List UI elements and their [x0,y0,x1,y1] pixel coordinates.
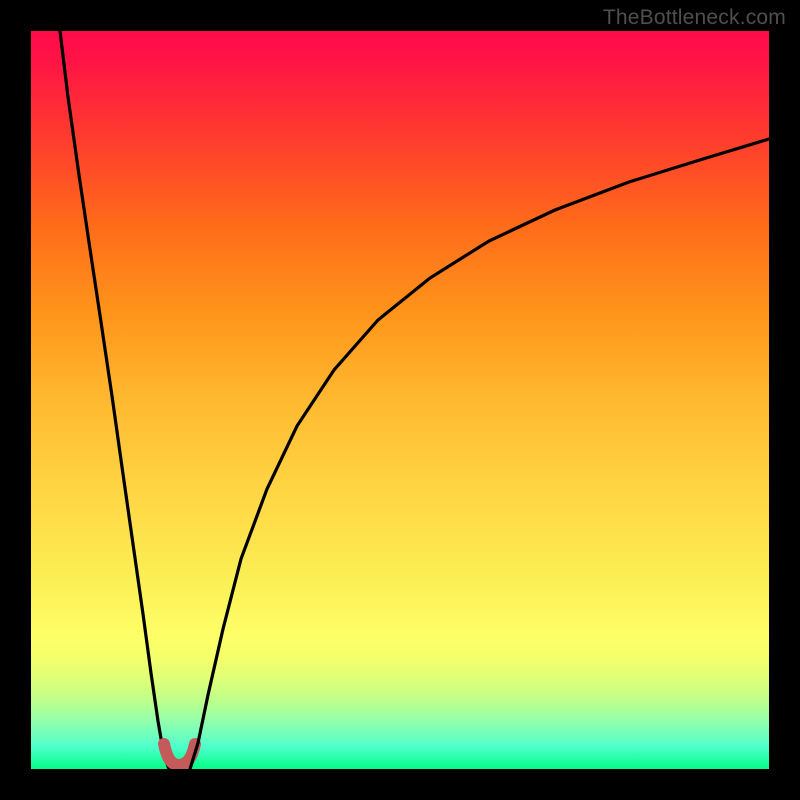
curve-layer [31,31,769,769]
curve-right-branch [190,139,769,769]
curve-dip-marker [164,744,195,765]
curve-left-branch [60,31,169,769]
chart-frame: TheBottleneck.com [0,0,800,800]
plot-area [31,31,769,769]
attribution-text: TheBottleneck.com [603,6,786,30]
